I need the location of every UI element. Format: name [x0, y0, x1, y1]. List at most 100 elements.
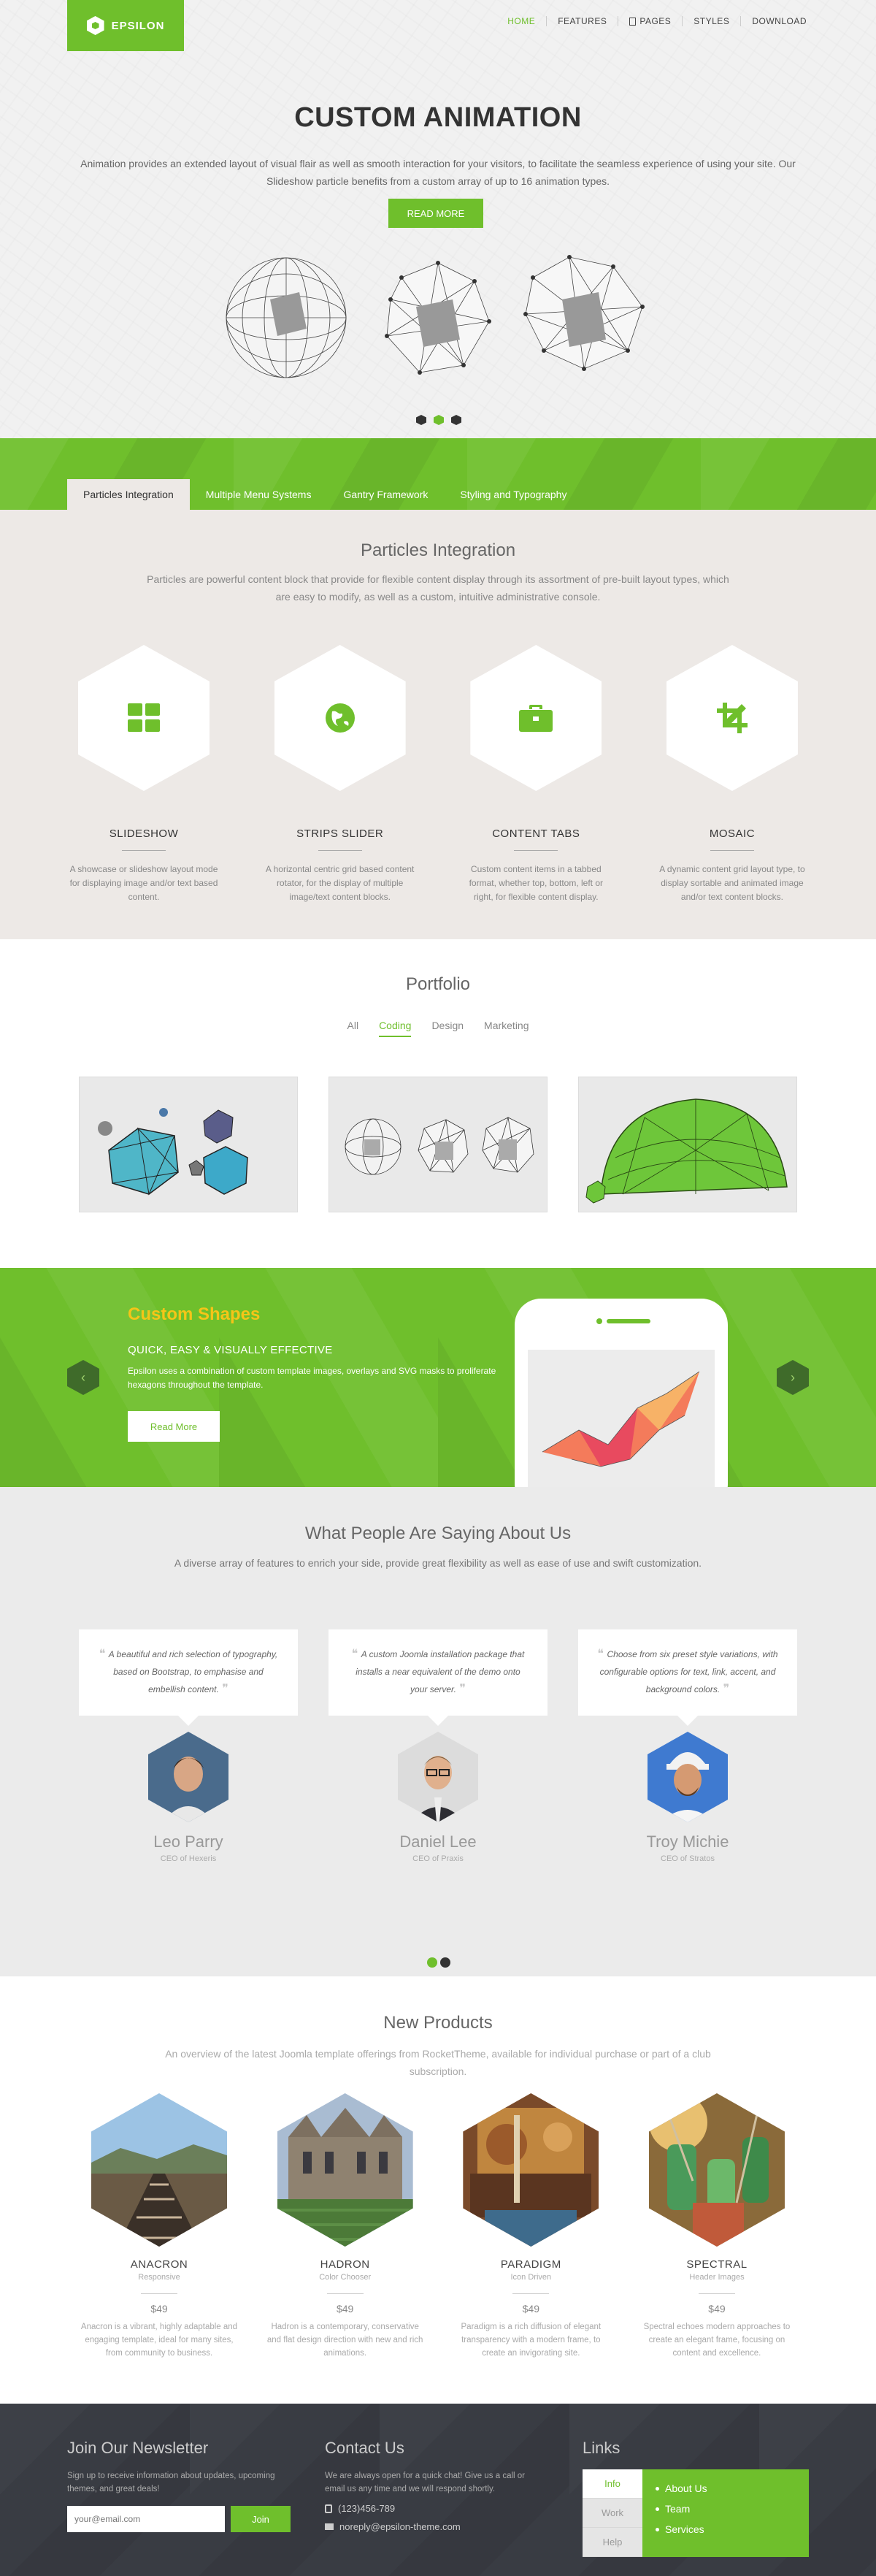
- testimonial-list: ❝ A beautiful and rich selection of typo…: [79, 1629, 797, 1863]
- products-title: New Products: [383, 2013, 493, 2033]
- next-arrow-icon[interactable]: ›: [777, 1360, 809, 1395]
- document-icon: [629, 17, 637, 26]
- newsletter-form: Join: [67, 2506, 293, 2532]
- contact-block: Contact Us We are always open for a quic…: [325, 2439, 537, 2532]
- feature-desc: A showcase or slideshow layout mode for …: [69, 864, 218, 902]
- feature-hexagon[interactable]: [666, 645, 798, 791]
- portfolio-grid: [79, 1077, 797, 1212]
- testimonial-dot-2[interactable]: [440, 1957, 450, 1968]
- testimonials-section: What People Are Saying About Us A divers…: [0, 1487, 876, 1976]
- particles-subtitle: Particles are powerful content block tha…: [147, 573, 729, 603]
- briefcase-icon: [519, 705, 553, 732]
- polyhedra-image: [80, 1077, 297, 1212]
- divider: [318, 850, 362, 851]
- feature-hexagon[interactable]: [470, 645, 602, 791]
- feature-strips-slider: STRIPS SLIDER A horizontal centric grid …: [264, 645, 417, 904]
- green-dome-image: [579, 1077, 796, 1212]
- portfolio-item[interactable]: [79, 1077, 298, 1212]
- join-button[interactable]: Join: [231, 2506, 291, 2532]
- testimonial-indicators: [427, 1957, 450, 1968]
- nav-download[interactable]: DOWNLOAD: [740, 16, 818, 26]
- main-nav: HOME FEATURES PAGES STYLES DOWNLOAD: [496, 16, 818, 26]
- email-input[interactable]: [67, 2506, 225, 2532]
- links-tabs: Info Work Help: [583, 2469, 642, 2557]
- logo[interactable]: EPSILON: [67, 0, 184, 51]
- nav-pages[interactable]: PAGES: [618, 16, 682, 26]
- nav-home[interactable]: HOME: [496, 16, 546, 26]
- tab-particles-integration[interactable]: Particles Integration: [67, 479, 190, 510]
- product-card: PARADIGM Icon Driven $49 Paradigm is a r…: [450, 2093, 611, 2360]
- testimonial-dot-1[interactable]: [427, 1957, 437, 1968]
- product-image[interactable]: [648, 2093, 785, 2247]
- prev-arrow-icon[interactable]: ‹: [67, 1360, 99, 1395]
- testimonial-quote: ❝ Choose from six preset style variation…: [578, 1629, 797, 1726]
- tab-gantry-framework[interactable]: Gantry Framework: [327, 479, 444, 510]
- testimonial-card: ❝ A beautiful and rich selection of typo…: [79, 1629, 298, 1863]
- phone-screen: [528, 1350, 715, 1487]
- feature-tabs-band: Particles Integration Multiple Menu Syst…: [0, 438, 876, 510]
- product-tag: Responsive: [138, 2273, 180, 2282]
- tab-multiple-menu-systems[interactable]: Multiple Menu Systems: [190, 479, 328, 510]
- email-address: noreply@epsilon-theme.com: [339, 2521, 461, 2532]
- feature-list: SLIDESHOW A showcase or slideshow layout…: [67, 645, 809, 904]
- quote-text: Choose from six preset style variations,…: [599, 1649, 778, 1694]
- link-services[interactable]: Services: [656, 2519, 796, 2539]
- product-image[interactable]: [277, 2093, 413, 2247]
- feature-hexagon[interactable]: [78, 645, 210, 791]
- hero-section: EPSILON HOME FEATURES PAGES STYLES DOWNL…: [0, 0, 876, 438]
- feature-desc: A dynamic content grid layout type, to d…: [659, 864, 805, 902]
- testimonial-card: ❝ Choose from six preset style variation…: [578, 1629, 797, 1863]
- slide-dot-2[interactable]: [434, 415, 444, 425]
- tab-info[interactable]: Info: [583, 2469, 642, 2499]
- logo-text: EPSILON: [111, 19, 165, 32]
- quote-close-icon: ❞: [456, 1683, 466, 1695]
- product-card: SPECTRAL Header Images $49 Spectral echo…: [637, 2093, 797, 2360]
- nav-features[interactable]: FEATURES: [546, 16, 618, 26]
- grid-icon: [128, 703, 160, 732]
- avatar: [148, 1732, 228, 1822]
- product-name: SPECTRAL: [686, 2258, 748, 2271]
- contact-email[interactable]: noreply@epsilon-theme.com: [325, 2521, 537, 2532]
- filter-marketing[interactable]: Marketing: [484, 1020, 529, 1037]
- feature-hexagon[interactable]: [274, 645, 406, 791]
- nav-features-label: FEATURES: [558, 16, 607, 26]
- product-price: $49: [708, 2303, 726, 2315]
- nav-download-label: DOWNLOAD: [752, 16, 807, 26]
- product-name: HADRON: [320, 2258, 370, 2271]
- product-image[interactable]: [91, 2093, 227, 2247]
- person-name: Troy Michie: [646, 1832, 729, 1851]
- crop-icon: [716, 703, 748, 733]
- product-price: $49: [150, 2303, 168, 2315]
- portfolio-item[interactable]: [578, 1077, 797, 1212]
- nav-pages-label: PAGES: [639, 16, 672, 26]
- link-about-us[interactable]: About Us: [656, 2478, 796, 2499]
- product-tag: Header Images: [689, 2273, 745, 2282]
- products-section: New Products An overview of the latest J…: [0, 1976, 876, 2404]
- product-name: ANACRON: [130, 2258, 188, 2271]
- filter-design[interactable]: Design: [431, 1020, 464, 1037]
- feature-desc: Custom content items in a tabbed format,…: [469, 864, 604, 902]
- hero-text: Animation provides an extended layout of…: [80, 158, 796, 187]
- tab-help[interactable]: Help: [583, 2528, 642, 2557]
- product-image[interactable]: [463, 2093, 599, 2247]
- product-tag: Icon Driven: [510, 2273, 552, 2282]
- quote-close-icon: ❞: [720, 1683, 730, 1695]
- shapes-read-more-button[interactable]: Read More: [128, 1411, 220, 1442]
- divider: [698, 2293, 735, 2294]
- filter-coding[interactable]: Coding: [379, 1020, 412, 1037]
- tab-work[interactable]: Work: [583, 2499, 642, 2528]
- read-more-button[interactable]: READ MORE: [388, 199, 483, 228]
- slide-dot-1[interactable]: [416, 415, 426, 425]
- custom-shapes-section: ‹ › Custom Shapes QUICK, EASY & VISUALLY…: [0, 1268, 876, 1487]
- link-team[interactable]: Team: [656, 2499, 796, 2519]
- slide-dot-3[interactable]: [451, 415, 461, 425]
- product-price: $49: [522, 2303, 539, 2315]
- product-card: HADRON Color Chooser $49 Hadron is a con…: [265, 2093, 426, 2360]
- testimonials-title: What People Are Saying About Us: [304, 1524, 572, 1543]
- person-name: Leo Parry: [153, 1832, 223, 1851]
- portfolio-item[interactable]: [328, 1077, 548, 1212]
- globe-icon: [325, 703, 355, 733]
- tab-styling-typography[interactable]: Styling and Typography: [444, 479, 583, 510]
- nav-styles[interactable]: STYLES: [682, 16, 740, 26]
- filter-all[interactable]: All: [347, 1020, 359, 1037]
